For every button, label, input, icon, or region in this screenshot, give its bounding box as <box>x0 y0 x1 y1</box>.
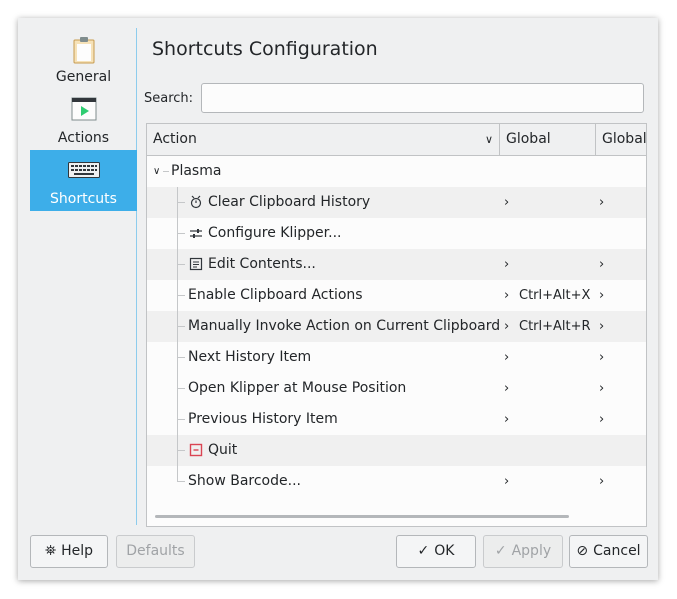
column-header-global-alt[interactable]: Global <box>596 124 646 155</box>
search-label: Search: <box>144 91 194 106</box>
help-icon: ⛯ <box>44 543 57 559</box>
clipboard-icon <box>73 37 94 64</box>
table-row[interactable]: Clear Clipboard History › › <box>147 187 646 218</box>
global-shortcut[interactable]: Ctrl+Alt+R <box>519 311 591 342</box>
cancel-icon: ⊘ <box>576 543 589 559</box>
collapse-chevron-icon[interactable]: ∨ <box>153 156 160 187</box>
expand-chevron-icon[interactable]: › <box>599 187 604 218</box>
column-header-global[interactable]: Global <box>500 124 596 155</box>
expand-chevron-icon[interactable]: › <box>504 404 509 435</box>
global-shortcut[interactable]: Ctrl+Alt+X <box>519 280 590 311</box>
expand-chevron-icon[interactable]: › <box>599 280 604 311</box>
action-name: Manually Invoke Action on Current Clipbo… <box>188 318 501 334</box>
action-name: Edit Contents... <box>208 256 316 272</box>
table-row[interactable]: Enable Clipboard Actions › Ctrl+Alt+X › <box>147 280 646 311</box>
expand-chevron-icon[interactable]: › <box>599 249 604 280</box>
expand-chevron-icon[interactable]: › <box>504 311 509 342</box>
expand-chevron-icon[interactable]: › <box>504 466 509 497</box>
expand-chevron-icon[interactable]: › <box>504 373 509 404</box>
expand-chevron-icon[interactable]: › <box>599 342 604 373</box>
sort-chevron-icon: ∨ <box>484 133 493 146</box>
apply-button[interactable]: ✓ Apply <box>483 535 563 568</box>
table-row[interactable]: Next History Item › › <box>147 342 646 373</box>
configure-icon <box>190 229 202 238</box>
expand-chevron-icon[interactable]: › <box>599 373 604 404</box>
table-row[interactable]: Previous History Item › › <box>147 404 646 435</box>
expand-chevron-icon[interactable]: › <box>599 404 604 435</box>
page-title: Shortcuts Configuration <box>152 38 378 60</box>
expand-chevron-icon[interactable]: › <box>504 187 509 218</box>
action-name: Open Klipper at Mouse Position <box>188 380 407 396</box>
sidebar-separator <box>136 28 137 525</box>
expand-chevron-icon[interactable]: › <box>504 342 509 373</box>
table-row[interactable]: Show Barcode... › › <box>147 466 646 497</box>
cancel-button[interactable]: ⊘ Cancel <box>569 535 648 568</box>
sidebar-item-actions[interactable]: Actions <box>30 89 137 150</box>
sidebar-item-label: General <box>55 69 112 85</box>
shortcuts-dialog: General Actions Shortcuts Shortcuts Conf… <box>18 18 658 580</box>
clear-history-icon <box>190 195 202 209</box>
tree-group-plasma[interactable]: ∨ Plasma <box>147 156 646 187</box>
defaults-button[interactable]: Defaults <box>116 535 195 568</box>
table-row[interactable]: Manually Invoke Action on Current Clipbo… <box>147 311 646 342</box>
table-row[interactable]: Edit Contents... › › <box>147 249 646 280</box>
table-row[interactable]: Open Klipper at Mouse Position › › <box>147 373 646 404</box>
sidebar-item-label: Actions <box>57 130 110 146</box>
action-name: Next History Item <box>188 349 312 365</box>
expand-chevron-icon[interactable]: › <box>599 466 604 497</box>
help-button[interactable]: ⛯ Help <box>30 535 108 568</box>
check-icon: ✓ <box>494 543 507 559</box>
sidebar-item-general[interactable]: General <box>30 28 137 89</box>
expand-chevron-icon[interactable]: › <box>504 249 509 280</box>
group-label: Plasma <box>171 163 222 179</box>
table-row[interactable]: Quit <box>147 435 646 466</box>
action-name: Clear Clipboard History <box>208 194 371 210</box>
shortcuts-table: Action ∨ Global Global ∨ Plasma Clear Cl… <box>146 123 647 527</box>
action-name: Configure Klipper... <box>208 225 342 241</box>
search-input[interactable] <box>201 83 644 113</box>
action-name: Show Barcode... <box>188 473 301 489</box>
sidebar-item-shortcuts[interactable]: Shortcuts <box>30 150 137 211</box>
expand-chevron-icon[interactable]: › <box>504 280 509 311</box>
table-header: Action ∨ Global Global <box>147 124 646 156</box>
keyboard-icon <box>67 162 100 178</box>
check-icon: ✓ <box>417 543 430 559</box>
table-row[interactable]: Configure Klipper... <box>147 218 646 249</box>
edit-contents-icon <box>189 257 203 271</box>
quit-icon <box>189 443 203 457</box>
column-header-action[interactable]: Action ∨ <box>147 124 500 155</box>
action-name: Quit <box>208 442 238 458</box>
sidebar: General Actions Shortcuts <box>30 28 137 211</box>
sidebar-item-label: Shortcuts <box>50 191 117 207</box>
action-name: Enable Clipboard Actions <box>188 287 363 303</box>
play-icon <box>71 97 96 121</box>
expand-chevron-icon[interactable]: › <box>599 311 604 342</box>
ok-button[interactable]: ✓ OK <box>396 535 476 568</box>
horizontal-scrollbar[interactable] <box>155 515 569 518</box>
action-name: Previous History Item <box>188 411 338 427</box>
